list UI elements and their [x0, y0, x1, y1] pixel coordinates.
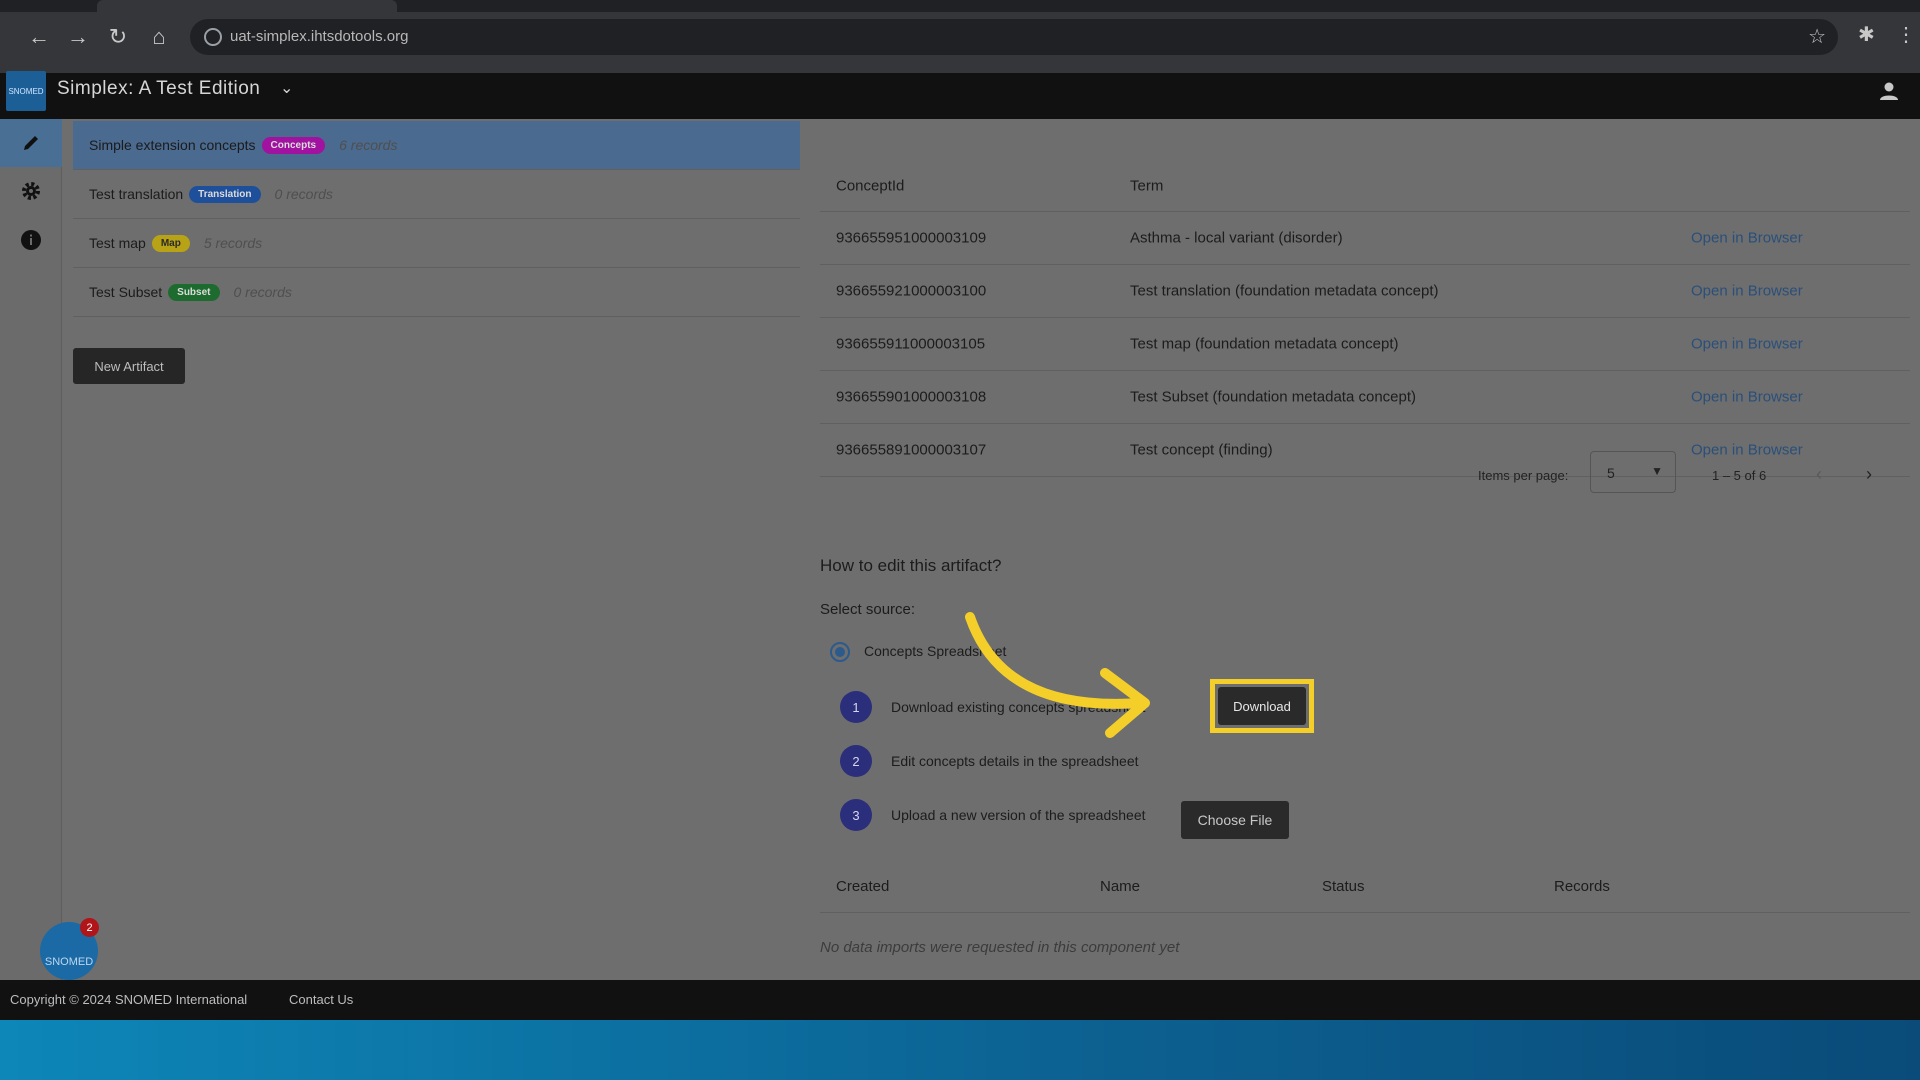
- browser-tab[interactable]: [97, 0, 397, 12]
- user-account-icon[interactable]: [1878, 80, 1900, 102]
- site-info-icon[interactable]: [204, 28, 222, 46]
- step-number: 3: [840, 799, 872, 831]
- rail-settings[interactable]: [0, 167, 62, 215]
- reload-icon[interactable]: ↻: [103, 22, 133, 52]
- concept-term: Test translation (foundation metadata co…: [1130, 282, 1439, 300]
- contact-us-link[interactable]: Contact Us: [289, 992, 353, 1007]
- forward-icon[interactable]: →: [63, 22, 93, 52]
- page-range: 1 – 5 of 6: [1712, 468, 1767, 483]
- desktop-background: [0, 1020, 1920, 1080]
- step-number: 1: [840, 691, 872, 723]
- extensions-icon[interactable]: ✱: [1858, 22, 1875, 47]
- column-header-created: Created: [836, 878, 890, 895]
- browser-chrome: ← → ↻ ⌂ uat-simplex.ihtsdotools.org ☆ ✱ …: [0, 0, 1920, 73]
- new-artifact-button[interactable]: New Artifact: [73, 348, 185, 384]
- choose-file-button[interactable]: Choose File: [1181, 801, 1289, 839]
- type-badge: Map: [151, 234, 190, 252]
- url-text[interactable]: uat-simplex.ihtsdotools.org: [230, 28, 408, 45]
- concepts-table: ConceptId Term 936655951000003109 Asthma…: [820, 161, 1910, 477]
- edit-section-title: How to edit this artifact?: [820, 556, 1002, 575]
- chevron-down-icon[interactable]: ⌄: [280, 78, 293, 98]
- concept-id: 936655951000003109: [836, 229, 987, 247]
- empty-imports-message: No data imports were requested in this c…: [820, 939, 1180, 956]
- concept-id: 936655901000003108: [836, 388, 987, 406]
- table-row: 936655911000003105 Test map (foundation …: [820, 318, 1910, 371]
- table-header: ConceptId Term: [820, 161, 1910, 212]
- rail-info[interactable]: [0, 216, 62, 264]
- record-count: 0 records: [274, 186, 333, 202]
- side-rail: [0, 119, 62, 980]
- concept-id: 936655911000003105: [836, 335, 986, 353]
- column-header-term[interactable]: Term: [1130, 178, 1163, 195]
- rail-edit[interactable]: [0, 119, 62, 167]
- app-title[interactable]: Simplex: A Test Edition: [57, 78, 260, 100]
- highlight-box: [1210, 679, 1314, 733]
- next-page-icon[interactable]: ›: [1866, 464, 1872, 485]
- column-header-status: Status: [1322, 878, 1365, 895]
- dropdown-arrow-icon: ▼: [1651, 464, 1663, 478]
- items-per-page-label: Items per page:: [1478, 468, 1569, 483]
- open-in-browser-link[interactable]: Open in Browser: [1691, 230, 1803, 247]
- copyright-text: Copyright © 2024 SNOMED International: [10, 992, 248, 1007]
- footer: Copyright © 2024 SNOMED International Co…: [0, 980, 1920, 1020]
- record-count: 6 records: [339, 137, 398, 153]
- page-size-value: 5: [1607, 465, 1615, 481]
- gear-icon: [22, 182, 40, 200]
- address-bar[interactable]: uat-simplex.ihtsdotools.org ☆: [190, 19, 1838, 55]
- record-count: 0 records: [233, 284, 292, 300]
- source-radio[interactable]: [830, 642, 850, 662]
- step-text: Edit concepts details in the spreadsheet: [891, 753, 1139, 769]
- open-in-browser-link[interactable]: Open in Browser: [1691, 283, 1803, 300]
- artifact-item[interactable]: Simple extension concepts Concepts 6 rec…: [73, 121, 800, 170]
- column-header-name: Name: [1100, 878, 1141, 895]
- notification-badge: 2: [80, 918, 99, 937]
- previous-page-icon[interactable]: ‹: [1816, 464, 1822, 485]
- table-row: 936655901000003108 Test Subset (foundati…: [820, 371, 1910, 424]
- info-icon: [21, 230, 41, 250]
- table-row: 936655951000003109 Asthma - local varian…: [820, 212, 1910, 265]
- concept-term: Test Subset (foundation metadata concept…: [1130, 388, 1417, 406]
- concept-term: Test map (foundation metadata concept): [1130, 335, 1399, 353]
- select-source-label: Select source:: [820, 601, 916, 618]
- artifact-list: Simple extension concepts Concepts 6 rec…: [73, 121, 800, 317]
- pencil-icon: [24, 136, 38, 150]
- browser-menu-icon[interactable]: ⋮: [1896, 22, 1916, 47]
- step-text: Upload a new version of the spreadsheet: [891, 807, 1146, 823]
- artifact-item[interactable]: Test translation Translation 0 records: [73, 170, 800, 219]
- concept-term: Asthma - local variant (disorder): [1130, 229, 1343, 247]
- artifact-name: Test translation: [89, 186, 184, 202]
- back-icon[interactable]: ←: [24, 22, 54, 52]
- column-header-records: Records: [1554, 878, 1610, 895]
- imports-table-header: Created Name Status Records: [820, 861, 1910, 913]
- type-badge: Subset: [168, 283, 220, 301]
- table-row: 936655921000003100 Test translation (fou…: [820, 265, 1910, 318]
- artifact-item[interactable]: Test Subset Subset 0 records: [73, 268, 800, 317]
- artifact-name: Simple extension concepts: [89, 137, 256, 153]
- concept-id: 936655921000003100: [836, 282, 987, 300]
- curved-arrow-annotation: [965, 612, 1150, 738]
- record-count: 5 records: [203, 235, 263, 251]
- type-badge: Concepts: [261, 136, 326, 154]
- artifact-name: Test Subset: [89, 284, 163, 300]
- artifact-name: Test map: [89, 235, 146, 251]
- step-number: 2: [840, 745, 872, 777]
- open-in-browser-link[interactable]: Open in Browser: [1691, 336, 1803, 353]
- bookmark-star-icon[interactable]: ☆: [1808, 24, 1826, 49]
- artifact-item[interactable]: Test map Map 5 records: [73, 219, 800, 268]
- open-in-browser-link[interactable]: Open in Browser: [1691, 389, 1803, 406]
- paginator: Items per page: 5 ▼ 1 – 5 of 6 ‹ ›: [820, 446, 1910, 506]
- home-icon[interactable]: ⌂: [144, 22, 174, 52]
- type-badge: Translation: [189, 185, 261, 203]
- page-size-select[interactable]: 5 ▼: [1590, 451, 1676, 493]
- snomed-logo: SNOMED: [6, 71, 46, 111]
- column-header-conceptid[interactable]: ConceptId: [836, 178, 904, 195]
